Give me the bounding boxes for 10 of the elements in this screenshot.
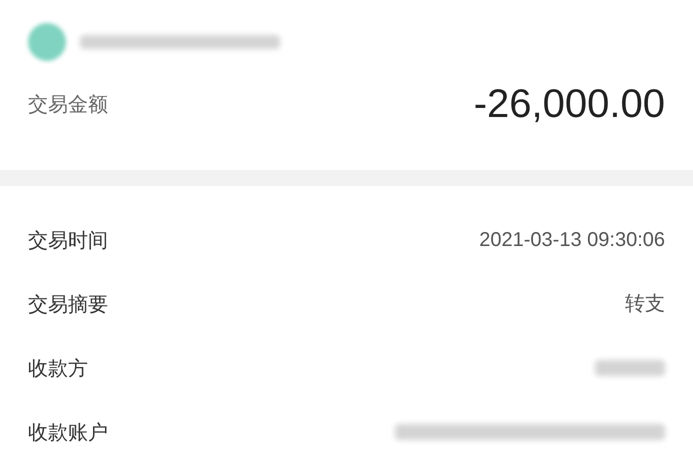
avatar-icon [28,23,66,61]
detail-label: 收款方 [28,355,88,382]
detail-label: 交易摘要 [28,291,108,318]
detail-value: 转支 [625,292,665,317]
detail-value: 2021-03-13 09:30:06 [479,228,665,253]
redacted-value [595,360,665,376]
detail-label: 交易时间 [28,227,108,254]
amount-value: -26,000.00 [474,81,665,128]
amount-label: 交易金额 [28,91,108,118]
detail-label: 收款账户 [28,419,108,446]
